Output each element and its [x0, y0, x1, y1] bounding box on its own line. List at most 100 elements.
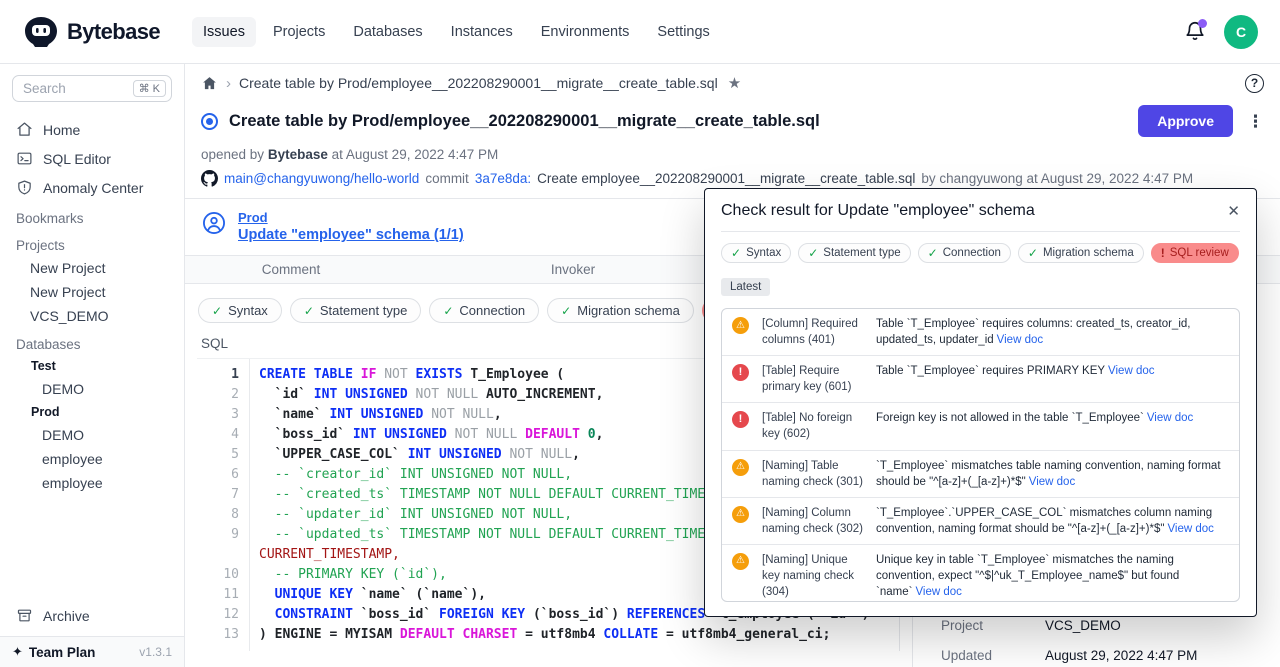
check-rule-detail: `T_Employee` mismatches table naming con…: [876, 458, 1229, 490]
search-input[interactable]: Search ⌘ K: [12, 75, 172, 102]
nav-item-instances[interactable]: Instances: [440, 17, 524, 47]
sidebar-db-item[interactable]: employee: [0, 471, 184, 495]
help-icon[interactable]: ?: [1245, 74, 1264, 93]
sidebar-section-databases: Databases: [0, 328, 184, 355]
line-number: 5: [197, 445, 249, 465]
view-doc-link[interactable]: View doc: [1029, 476, 1075, 488]
nav-item-projects[interactable]: Projects: [262, 17, 336, 47]
nav-menu: IssuesProjectsDatabasesInstancesEnvironm…: [192, 17, 721, 47]
check-pill-migration-schema[interactable]: ✓Migration schema: [547, 298, 694, 323]
sql-line-content: `boss_id` INT UNSIGNED NOT NULL DEFAULT …: [249, 425, 603, 445]
pill-label: Statement type: [823, 247, 900, 259]
nav-item-databases[interactable]: Databases: [342, 17, 433, 47]
detail-row-updated: UpdatedAugust 29, 2022 4:47 PM: [941, 648, 1272, 663]
nav-item-environments[interactable]: Environments: [530, 17, 641, 47]
view-doc-link[interactable]: View doc: [915, 586, 961, 598]
commit-hash-link[interactable]: 3a7e8da:: [475, 171, 531, 186]
sidebar-db-env: Test: [0, 355, 184, 377]
notification-bell-icon[interactable]: [1184, 20, 1206, 44]
sql-line-content: -- `updater_id` INT UNSIGNED NOT NULL,: [249, 505, 572, 525]
commit-line: main@changyuwong/hello-world commit 3a7e…: [185, 162, 1280, 187]
plan-name: Team Plan: [29, 645, 96, 660]
view-doc-link[interactable]: View doc: [1108, 365, 1154, 377]
sidebar-item-label: Home: [43, 122, 80, 138]
check-pill-statement-type[interactable]: ✓Statement type: [798, 243, 910, 263]
check-result-row: ⚠[Naming] Table naming check (301)`T_Emp…: [722, 451, 1239, 498]
shield-icon: [16, 179, 33, 196]
check-result-row: ![Table] No foreign key (602)Foreign key…: [722, 403, 1239, 450]
pill-label: Syntax: [746, 247, 781, 259]
nav-item-settings[interactable]: Settings: [646, 17, 720, 47]
star-icon[interactable]: ★: [728, 74, 741, 92]
check-pill-syntax[interactable]: ✓ Syntax: [721, 243, 791, 263]
check-pill-sql-review[interactable]: !SQL review: [1151, 243, 1239, 263]
sidebar-item-archive[interactable]: Archive: [0, 601, 184, 630]
check-rule-detail: `T_Employee`.`UPPER_CASE_COL` mismatches…: [876, 505, 1229, 537]
check-mark-icon: ✓: [443, 304, 453, 318]
bytebase-logo[interactable]: Bytebase: [24, 17, 160, 47]
sidebar-project-item[interactable]: VCS_DEMO: [0, 304, 184, 328]
check-pill-migration-schema[interactable]: ✓Migration schema: [1018, 243, 1144, 263]
pill-label: Connection: [943, 247, 1001, 259]
chevron-right-icon: ›: [226, 75, 231, 92]
modal-title: Check result for Update "employee" schem…: [721, 202, 1035, 220]
check-mark-icon: ✓: [304, 304, 314, 318]
breadcrumb-page-title[interactable]: Create table by Prod/employee__202208290…: [239, 75, 718, 91]
home-icon: [16, 121, 33, 138]
sidebar-item-label: SQL Editor: [43, 151, 111, 167]
terminal-icon: [16, 150, 33, 167]
sidebar-db-item[interactable]: employee: [0, 447, 184, 471]
check-result-row: ⚠[Naming] Column naming check (302)`T_Em…: [722, 498, 1239, 545]
stage-environment-link[interactable]: Prod: [238, 210, 464, 225]
pill-label: Connection: [459, 303, 525, 318]
sidebar-project-item[interactable]: New Project: [0, 280, 184, 304]
check-pill-connection[interactable]: ✓ Connection: [429, 298, 539, 323]
pill-label: Statement type: [320, 303, 407, 318]
check-result-modal: Check result for Update "employee" schem…: [704, 188, 1257, 617]
detail-label: Updated: [941, 648, 1045, 663]
commit-author: by changyuwong at August 29, 2022 4:47 P…: [921, 171, 1193, 186]
close-icon[interactable]: ✕: [1227, 202, 1240, 220]
line-number: 11: [197, 585, 249, 605]
nav-item-issues[interactable]: Issues: [192, 17, 256, 47]
check-rule-title: [Naming] Unique key naming check (304): [762, 552, 866, 600]
view-doc-link[interactable]: View doc: [1147, 412, 1193, 424]
sql-line: 13) ENGINE = MYISAM DEFAULT CHARSET = ut…: [197, 625, 899, 645]
sidebar-item-anomaly-center[interactable]: Anomaly Center: [0, 173, 184, 202]
view-doc-link[interactable]: View doc: [997, 334, 1043, 346]
latest-badge: Latest: [721, 278, 770, 296]
approve-button[interactable]: Approve: [1138, 105, 1233, 137]
check-mark-icon: ✓: [731, 246, 741, 260]
check-rule-title: [Table] Require primary key (601): [762, 363, 866, 395]
pill-label: Migration schema: [577, 303, 680, 318]
line-number: 8: [197, 505, 249, 525]
sql-line-content: ) ENGINE = MYISAM DEFAULT CHARSET = utf8…: [249, 625, 830, 645]
archive-label: Archive: [43, 608, 90, 624]
view-doc-link[interactable]: View doc: [1167, 523, 1213, 535]
check-result-row: ![Table] Require primary key (601)Table …: [722, 356, 1239, 403]
commit-branch-link[interactable]: main@changyuwong/hello-world: [224, 171, 419, 186]
sidebar-db-item[interactable]: DEMO: [0, 377, 184, 401]
check-pill-connection[interactable]: ✓Connection: [918, 243, 1011, 263]
kebab-menu-icon[interactable]: ⋮: [1247, 113, 1264, 130]
sidebar-db-item[interactable]: DEMO: [0, 423, 184, 447]
sidebar-project-item[interactable]: New Project: [0, 256, 184, 280]
sidebar-item-sql-editor[interactable]: SQL Editor: [0, 144, 184, 173]
check-pill-statement-type[interactable]: ✓ Statement type: [290, 298, 422, 323]
warning-icon: ⚠: [732, 459, 749, 476]
check-rule-detail: Table `T_Employee` requires PRIMARY KEYV…: [876, 363, 1229, 395]
avatar[interactable]: C: [1224, 15, 1258, 49]
sql-line-content: UNIQUE KEY `name` (`name`),: [249, 585, 486, 605]
stage-task-link[interactable]: Update "employee" schema (1/1): [238, 227, 464, 243]
search-shortcut: ⌘ K: [133, 80, 166, 97]
issue-title: Create table by Prod/employee__202208290…: [229, 112, 820, 131]
modal-check-pills: ✓ Syntax ✓Statement type ✓Connection ✓Migrat…: [721, 243, 1240, 263]
sidebar-item-home[interactable]: Home: [0, 115, 184, 144]
home-icon[interactable]: [201, 75, 218, 92]
check-result-row: ⚠[Column] Required columns (401)Table `T…: [722, 309, 1239, 356]
plan-footer[interactable]: ✦ Team Plan v1.3.1: [0, 636, 184, 667]
detail-value: August 29, 2022 4:47 PM: [1045, 648, 1197, 663]
sql-line-content: -- `created_ts` TIMESTAMP NOT NULL DEFAU…: [249, 485, 752, 505]
check-pill-syntax[interactable]: ✓Syntax: [198, 298, 282, 323]
sidebar-db-env: Prod: [0, 401, 184, 423]
